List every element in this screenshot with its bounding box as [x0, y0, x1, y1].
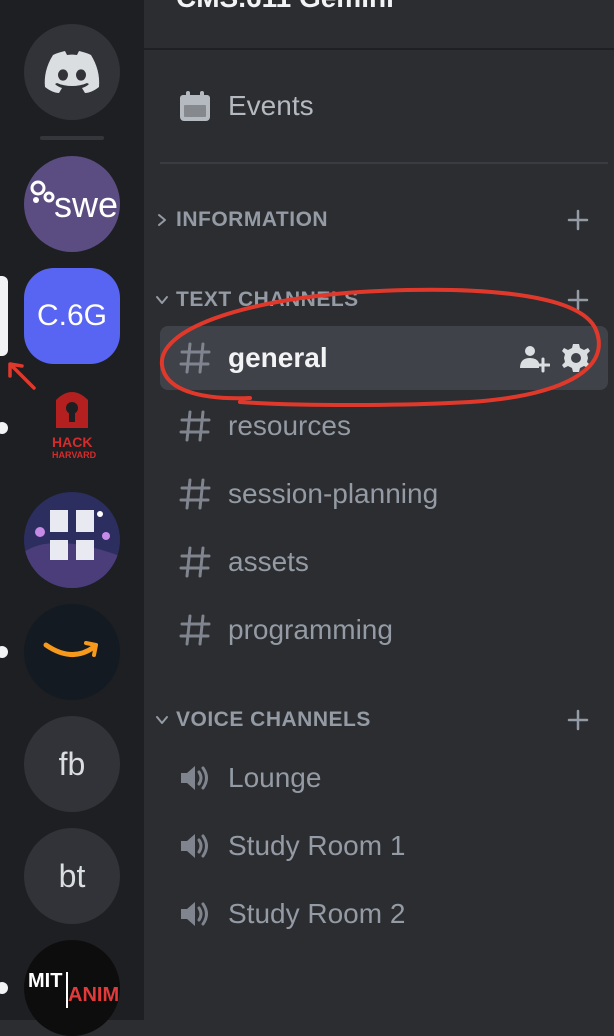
- channel-session-planning[interactable]: session-planning: [160, 462, 608, 526]
- channel-label: Study Room 2: [228, 898, 406, 929]
- unread-dot: [0, 982, 8, 994]
- mit-anime-divider: [66, 972, 68, 1008]
- channel-label: general: [228, 342, 328, 373]
- channel-list-panel: CMS.611 Gemini Events INFORMATION TEXT C…: [144, 0, 614, 1020]
- selected-server-pill: [0, 276, 8, 356]
- channel-label: resources: [228, 410, 351, 441]
- speaker-icon: [181, 834, 208, 858]
- server-header[interactable]: CMS.611 Gemini: [144, 0, 614, 50]
- voice-channel-study-room-2[interactable]: Study Room 2: [160, 882, 608, 946]
- server-bt[interactable]: bt: [24, 828, 120, 924]
- calendar-icon: [180, 91, 210, 121]
- hashtag-icon: [179, 614, 211, 646]
- chevron-right-icon: [158, 214, 166, 226]
- server-anime-art[interactable]: [24, 492, 120, 588]
- unread-dot: [0, 646, 8, 658]
- category-information[interactable]: INFORMATION: [150, 200, 600, 240]
- server-c6g[interactable]: C.6G: [24, 268, 120, 364]
- server-fb-label: fb: [58, 745, 86, 782]
- channel-label: session-planning: [228, 478, 439, 509]
- chevron-down-icon: [156, 716, 168, 724]
- gear-icon[interactable]: [560, 342, 592, 374]
- hackharvard-logo-icon: [56, 392, 88, 428]
- events-button[interactable]: Events: [160, 74, 608, 138]
- category-text-channels[interactable]: TEXT CHANNELS: [150, 280, 600, 320]
- chevron-down-icon: [156, 296, 168, 304]
- server-swe[interactable]: swe: [24, 156, 120, 252]
- hashtag-icon: [179, 410, 211, 442]
- server-fb[interactable]: fb: [24, 716, 120, 812]
- server-bt-label: bt: [58, 857, 86, 894]
- unread-dot: [0, 422, 8, 434]
- rail-separator: [40, 136, 104, 140]
- add-channel-icon[interactable]: [566, 208, 590, 232]
- mit-label: MIT: [28, 970, 63, 992]
- hashtag-icon: [179, 546, 211, 578]
- server-mit-anime[interactable]: MIT ANIME: [24, 940, 120, 1036]
- anime-label: ANIME: [68, 984, 120, 1006]
- add-channel-icon[interactable]: [566, 708, 590, 732]
- speaker-icon: [181, 902, 208, 926]
- server-c6g-label: C.6G: [36, 299, 108, 332]
- hashtag-icon: [179, 342, 211, 374]
- channel-resources[interactable]: resources: [160, 394, 608, 458]
- channel-assets[interactable]: assets: [160, 530, 608, 594]
- voice-channel-lounge[interactable]: Lounge: [160, 746, 608, 810]
- hackharvard-top-label: HACK: [52, 434, 93, 450]
- category-label: TEXT CHANNELS: [176, 288, 359, 311]
- voice-channel-study-room-1[interactable]: Study Room 1: [160, 814, 608, 878]
- hackharvard-bottom-label: HARVARD: [52, 450, 97, 460]
- category-label: VOICE CHANNELS: [176, 708, 371, 731]
- home-button[interactable]: [24, 24, 120, 120]
- channel-programming[interactable]: programming: [160, 598, 608, 662]
- channel-label: programming: [228, 614, 393, 645]
- add-channel-icon[interactable]: [566, 288, 590, 312]
- channel-general[interactable]: general: [160, 326, 608, 390]
- server-rail: swe C.6G HACK HARVARD fb bt MIT ANIM: [0, 0, 144, 1036]
- server-name: CMS.611 Gemini: [176, 0, 394, 14]
- section-divider: [160, 162, 608, 164]
- discord-logo-icon: [44, 51, 100, 93]
- anime-art-icon: [24, 492, 120, 588]
- channel-label: assets: [228, 546, 309, 577]
- channel-label: Lounge: [228, 762, 322, 793]
- amazon-smile-icon: [43, 641, 98, 657]
- category-label: INFORMATION: [176, 208, 329, 231]
- channel-label: Study Room 1: [228, 830, 406, 861]
- hashtag-icon: [179, 478, 211, 510]
- invite-icon[interactable]: [518, 342, 551, 374]
- server-hackharvard[interactable]: HACK HARVARD: [24, 380, 120, 476]
- events-label: Events: [228, 90, 314, 121]
- server-swe-label: swe: [54, 184, 119, 225]
- server-amazon[interactable]: [24, 604, 120, 700]
- category-voice-channels[interactable]: VOICE CHANNELS: [150, 700, 600, 740]
- channel-actions: [518, 342, 592, 374]
- speaker-icon: [181, 766, 208, 790]
